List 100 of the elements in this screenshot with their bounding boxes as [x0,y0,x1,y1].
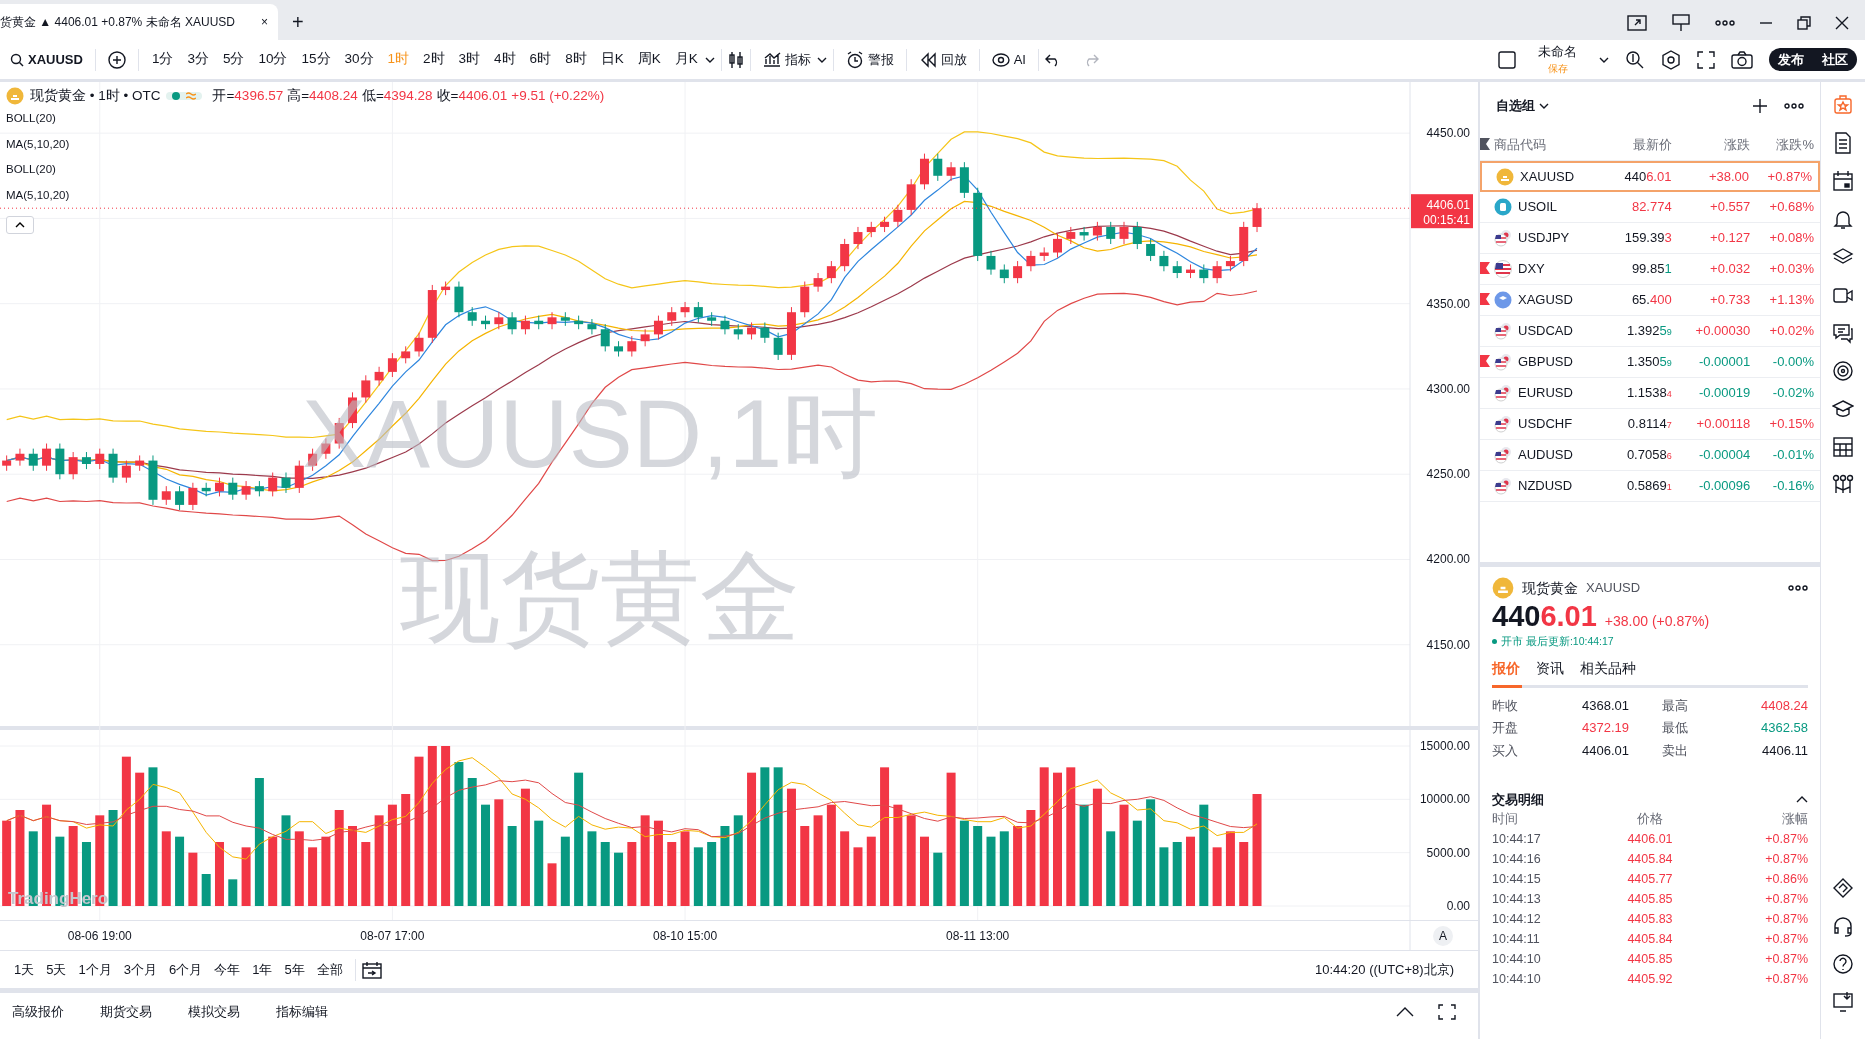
indicator-label[interactable]: MA(5,10,20) [6,186,605,213]
column-header[interactable]: 涨跌 [1671,135,1751,155]
close-icon[interactable] [1835,16,1849,30]
interval-tab[interactable]: 1分 [144,49,181,70]
chevron-up-icon[interactable] [1796,796,1808,804]
symbol-search[interactable]: XAUUSD [4,49,89,70]
candlestick-icon[interactable] [727,50,744,69]
chevron-up-icon[interactable] [1396,1006,1414,1017]
layout-square-icon[interactable] [1498,50,1516,69]
bottom-tab[interactable]: 高级报价 [6,1001,70,1022]
range-button[interactable]: 5年 [278,959,311,980]
watchlist-row[interactable]: USDCHF 0.81147 +0.00118 +0.15% [1480,409,1820,440]
indicator-label[interactable]: BOLL(20) [6,110,605,136]
new-tab-button[interactable]: + [286,8,310,36]
caret-icon[interactable] [1599,56,1609,63]
watchlist-row[interactable]: XAUUSD 4406.01 +38.00 +0.87% [1480,161,1820,192]
interval-tab[interactable]: 周K [630,49,668,70]
calendar-icon[interactable] [1832,170,1854,192]
close-icon[interactable]: × [261,13,268,31]
watchlist-row[interactable]: DXY 99.851 +0.032 +0.03% [1480,254,1820,285]
tool-button[interactable]: AI [985,48,1032,71]
column-header[interactable]: 涨跌% [1750,135,1814,155]
indicator-label[interactable]: BOLL(20) [6,161,605,187]
tool-button[interactable]: 警报 [839,48,900,71]
range-button[interactable]: 全部 [310,959,349,980]
last-price-label: 4406.01 00:15:41 [1411,194,1473,229]
chat-icon[interactable] [1832,322,1854,344]
more-icon[interactable] [1788,585,1808,591]
interval-tab[interactable]: 30分 [337,49,381,70]
add-icon[interactable] [1752,98,1768,114]
headset-icon[interactable] [1832,915,1854,937]
exchange-icon[interactable] [1832,877,1854,899]
interval-tab[interactable]: 4时 [487,49,523,70]
caret-icon[interactable] [704,56,715,63]
watchlist-row[interactable]: EURUSD 1.15384 -0.00019 -0.02% [1480,378,1820,409]
interval-tab[interactable]: 8时 [558,49,594,70]
calendar-jump-icon[interactable] [361,960,382,979]
indicator-label[interactable]: MA(5,10,20) [6,135,605,162]
pin-icon[interactable] [1671,14,1691,32]
browser-tab[interactable]: 货黄金 ▲ 4406.01 +0.87% 未命名 XAUUSD × [0,4,278,40]
range-button[interactable]: 5天 [40,959,73,980]
auto-scale-button[interactable]: A [1433,926,1453,946]
camera-icon[interactable] [1731,50,1753,69]
bell-icon[interactable] [1832,208,1854,230]
range-button[interactable]: 1年 [246,959,279,980]
magnifier-icon[interactable] [1625,49,1645,70]
column-header[interactable]: 商品代码 [1494,135,1603,155]
watchlist-row[interactable]: GBPUSD 1.35059 -0.00001 -0.00% [1480,347,1820,378]
picture-in-picture-icon[interactable] [1627,15,1647,31]
watchlist-row[interactable]: USDJPY 159.393 +0.127 +0.08% [1480,223,1820,254]
range-button[interactable]: 6个月 [162,959,209,980]
collapse-button[interactable] [6,216,34,235]
restore-icon[interactable] [1797,16,1811,30]
range-button[interactable]: 3个月 [117,959,163,980]
interval-tab[interactable]: 15分 [294,49,338,70]
maximize-icon[interactable] [1438,1003,1456,1020]
interval-tab[interactable]: 日K [593,49,631,70]
add-symbol-icon[interactable] [107,50,126,69]
clock-text[interactable]: 10:44:20 ((UTC+8)北京) [1314,959,1454,980]
range-button[interactable]: 1个月 [72,959,118,980]
range-button[interactable]: 今年 [208,959,247,980]
more-icon[interactable] [1784,103,1804,109]
bottom-tab[interactable]: 模拟交易 [182,1001,246,1022]
interval-tab[interactable]: 6时 [522,49,559,70]
watchlist-row[interactable]: USDCAD 1.39259 +0.00030 +0.02% [1480,316,1820,347]
download-screen-icon[interactable] [1832,991,1854,1013]
bottom-tab[interactable]: 期货交易 [94,1001,158,1022]
graduation-cap-icon[interactable] [1832,398,1854,420]
detail-tab[interactable]: 资讯 [1536,657,1580,685]
settings-icon[interactable] [1661,49,1681,70]
detail-tab[interactable]: 相关品种 [1580,657,1652,685]
watchlist-selector[interactable]: 自选组 [1496,96,1555,116]
target-icon[interactable] [1832,360,1854,382]
watchlist-row[interactable]: USOIL 82.774 +0.557 +0.68% [1480,192,1820,223]
nodes-icon[interactable] [1832,474,1854,496]
table-icon[interactable] [1832,436,1854,458]
column-header[interactable]: 最新价 [1602,135,1672,155]
watchlist-icon[interactable] [1832,94,1854,116]
interval-tab[interactable]: 3时 [451,49,488,70]
minimize-icon[interactable] [1759,21,1773,25]
watchlist-row[interactable]: XAGUSD 65.400 +0.733 +1.13% [1480,285,1820,316]
document-icon[interactable] [1832,132,1854,154]
publish-button[interactable]: 发布 [1769,47,1813,72]
help-icon[interactable] [1832,953,1854,975]
watchlist-row[interactable]: AUDUSD 0.70586 -0.00004 -0.01% [1480,440,1820,471]
caret-icon[interactable] [816,56,827,63]
community-button[interactable]: 社区 [1813,47,1857,72]
interval-tab[interactable]: 2时 [416,49,452,70]
interval-tab[interactable]: 10分 [251,49,295,70]
layout-name-button[interactable]: 未命名 保存 [1532,41,1583,78]
tool-button[interactable]: 指标 [756,48,817,71]
interval-tab[interactable]: 3分 [180,49,216,70]
tool-button[interactable]: 回放 [912,48,973,71]
more-icon[interactable] [1715,20,1735,26]
interval-tab[interactable]: 5分 [215,49,252,70]
range-button[interactable]: 1天 [8,959,41,980]
interval-tab[interactable]: 月K [667,49,705,70]
bottom-tab[interactable]: 指标编辑 [270,1001,334,1022]
watchlist-row[interactable]: NZDUSD 0.58691 -0.00096 -0.16% [1480,471,1820,502]
fullscreen-icon[interactable] [1697,50,1715,69]
